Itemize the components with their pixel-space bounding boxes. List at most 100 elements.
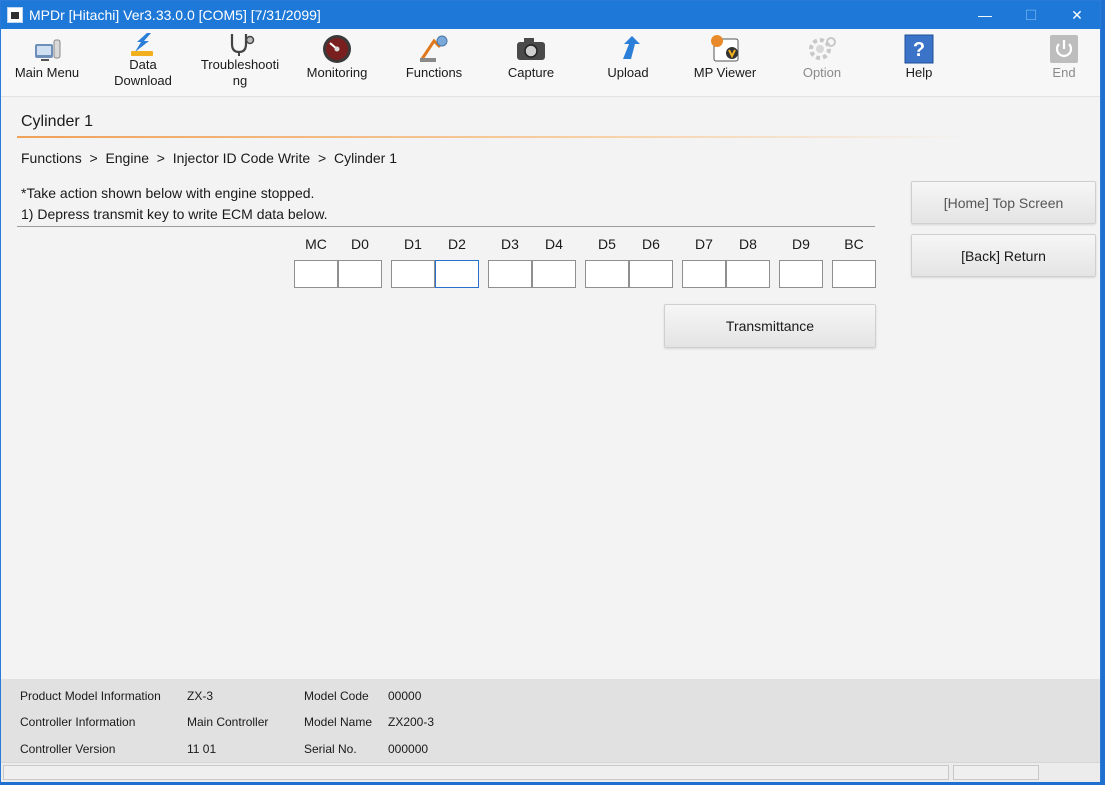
minimize-button[interactable]: — [962,1,1008,29]
instruction-line: 1) Depress transmit key to write ECM dat… [21,206,328,222]
close-icon: ✕ [1071,6,1083,23]
code-input-d9[interactable] [779,260,823,288]
home-top-screen-button[interactable]: [Home] Top Screen [911,181,1096,224]
code-header-d4: D4 [545,236,563,252]
code-header-d2: D2 [448,236,466,252]
window-title: MPDr [Hitachi] Ver3.33.0.0 [COM5] [7/31/… [29,7,321,23]
end-label: End [1052,65,1076,80]
troubleshooting-label-2: ng [232,73,248,88]
data-download-icon [126,33,160,57]
help-icon: ? [902,33,936,65]
toolbar-data-download[interactable]: Data Download [100,33,186,95]
code-header-d6: D6 [642,236,660,252]
model-code-label: Model Code [304,689,369,703]
troubleshooting-label-1: Troubleshooti [200,57,280,72]
help-label: Help [905,65,933,80]
instruction-line: *Take action shown below with engine sto… [21,185,315,201]
code-header-d8: D8 [739,236,757,252]
gear-icon [805,33,839,65]
toolbar-upload[interactable]: Upload [585,33,671,95]
model-code-value: 00000 [388,689,422,703]
toolbar: Main Menu Data Download Troubleshooti ng… [1,29,1100,97]
title-bar: MPDr [Hitachi] Ver3.33.0.0 [COM5] [7/31/… [1,1,1100,29]
code-input-d3[interactable] [488,260,532,288]
code-input-d2[interactable] [435,260,479,288]
breadcrumb-separator: > [310,150,334,166]
svg-text:?: ? [913,39,925,61]
code-input-d8[interactable] [726,260,770,288]
code-header-d5: D5 [598,236,616,252]
main-menu-icon [30,33,64,65]
app-window: MPDr [Hitachi] Ver3.33.0.0 [COM5] [7/31/… [0,0,1101,782]
toolbar-mp-viewer[interactable]: MP Viewer [682,33,768,95]
monitoring-label: Monitoring [306,65,368,80]
toolbar-capture[interactable]: Capture [488,33,574,95]
product-model-label: Product Model Information [20,689,161,703]
toolbar-main-menu[interactable]: Main Menu [4,33,90,95]
toolbar-monitoring[interactable]: Monitoring [294,33,380,95]
breadcrumb-item: Injector ID Code Write [172,150,311,166]
product-model-value: ZX-3 [187,689,214,703]
gauge-icon [320,33,354,65]
code-input-d0[interactable] [338,260,382,288]
code-input-d1[interactable] [391,260,435,288]
toolbar-troubleshooting[interactable]: Troubleshooti ng [197,33,283,95]
data-download-label-1: Data [129,57,157,72]
functions-icon [417,33,451,65]
status-pane-main [3,765,949,780]
upload-label: Upload [607,65,649,80]
camera-icon [514,33,548,65]
code-input-d7[interactable] [682,260,726,288]
serial-label: Serial No. [304,742,357,756]
controller-info-value: Main Controller [187,715,269,729]
controller-version-value: 11 01 [187,742,217,756]
toolbar-option[interactable]: Option [779,33,865,95]
back-return-button[interactable]: [Back] Return [911,234,1096,277]
breadcrumb-separator: > [149,150,173,166]
mp-viewer-icon [708,33,742,65]
controller-info-label: Controller Information [20,715,136,729]
maximize-button[interactable]: ☐ [1008,1,1054,29]
code-header-d3: D3 [501,236,519,252]
instruction-divider [17,226,875,227]
breadcrumb-item: Cylinder 1 [333,150,397,166]
code-input-bc[interactable] [832,260,876,288]
model-name-label: Model Name [304,715,373,729]
app-icon [7,7,23,23]
code-input-d6[interactable] [629,260,673,288]
power-icon [1047,33,1081,65]
info-footer: Product Model Information ZX-3 Controlle… [1,679,1100,762]
data-download-label-2: Download [114,73,172,88]
page-title: Cylinder 1 [21,113,94,130]
breadcrumb-separator: > [81,150,106,166]
transmit-button[interactable]: Transmittance [664,304,876,348]
status-bar [1,762,1100,782]
capture-label: Capture [507,65,555,80]
code-header-d1: D1 [404,236,422,252]
code-input-mc[interactable] [294,260,338,288]
upload-icon [611,33,645,65]
close-button[interactable]: ✕ [1054,1,1100,29]
code-header-mc: MC [305,236,327,252]
option-label: Option [802,65,842,80]
breadcrumb-item: Engine [105,150,150,166]
code-header-d0: D0 [351,236,369,252]
serial-value: 000000 [388,742,429,756]
status-pane-secondary [953,765,1039,780]
toolbar-help[interactable]: ? Help [876,33,962,95]
code-header-d7: D7 [695,236,713,252]
maximize-icon: ☐ [1024,6,1038,23]
code-input-d4[interactable] [532,260,576,288]
instructions: *Take action shown below with engine sto… [21,183,328,225]
toolbar-functions[interactable]: Functions [391,33,477,95]
title-divider [17,136,971,138]
toolbar-end[interactable]: End [1021,33,1105,95]
minimize-icon: — [978,7,992,23]
model-name-value: ZX200-3 [388,715,435,729]
stethoscope-icon [223,33,257,57]
controller-version-label: Controller Version [20,742,116,756]
code-header-bc: BC [844,236,864,252]
functions-label: Functions [405,65,463,80]
code-input-d5[interactable] [585,260,629,288]
code-header-d9: D9 [792,236,810,252]
